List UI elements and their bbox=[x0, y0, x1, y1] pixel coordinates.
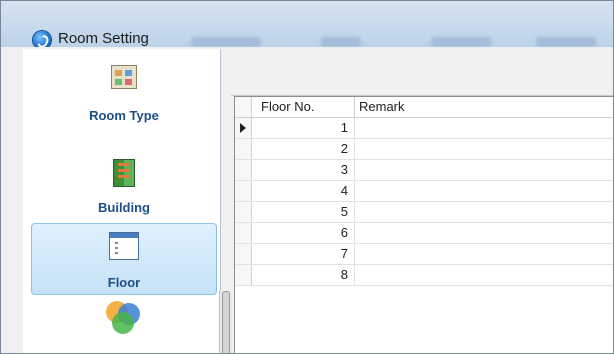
floor-no-cell[interactable]: 1 bbox=[252, 118, 355, 138]
blurred-remark-label bbox=[536, 37, 596, 47]
row-selector[interactable] bbox=[235, 160, 252, 180]
floor-icon bbox=[109, 232, 139, 260]
table-row[interactable]: 1 bbox=[235, 118, 613, 139]
column-header-remark[interactable]: Remark bbox=[355, 97, 613, 117]
floor-no-cell[interactable]: 5 bbox=[252, 202, 355, 222]
row-selector[interactable] bbox=[235, 202, 252, 222]
blurred-floor-label bbox=[321, 37, 361, 47]
column-header-floor-no[interactable]: Floor No. bbox=[252, 97, 355, 117]
room-setting-window: Room Setting Room Type Building Floor Fl… bbox=[0, 0, 614, 354]
row-selector[interactable] bbox=[235, 223, 252, 243]
remark-cell[interactable] bbox=[355, 223, 613, 243]
window-title: Room Setting bbox=[58, 30, 149, 47]
remark-cell[interactable] bbox=[355, 265, 613, 285]
floor-no-cell[interactable]: 3 bbox=[252, 160, 355, 180]
nav-item-floor[interactable]: Floor bbox=[31, 223, 217, 295]
remark-cell[interactable] bbox=[355, 181, 613, 201]
grid-header: Floor No. Remark bbox=[235, 97, 613, 118]
table-row[interactable]: 6 bbox=[235, 223, 613, 244]
remark-cell[interactable] bbox=[355, 244, 613, 264]
table-row[interactable]: 3 bbox=[235, 160, 613, 181]
nav-item-building[interactable]: Building bbox=[31, 147, 217, 219]
nav-label-floor: Floor bbox=[107, 275, 141, 290]
floor-no-cell[interactable]: 6 bbox=[252, 223, 355, 243]
left-navigation: Room Type Building Floor bbox=[23, 49, 221, 353]
nav-scrollbar-thumb[interactable] bbox=[222, 291, 230, 353]
row-selector[interactable] bbox=[235, 139, 252, 159]
row-selector[interactable] bbox=[235, 181, 252, 201]
table-row[interactable]: 4 bbox=[235, 181, 613, 202]
nav-label-building: Building bbox=[98, 200, 150, 215]
room-type-icon bbox=[111, 65, 137, 89]
content-toolbar-area bbox=[231, 49, 613, 96]
venn-icon bbox=[106, 301, 142, 335]
remark-cell[interactable] bbox=[355, 160, 613, 180]
remark-cell[interactable] bbox=[355, 118, 613, 138]
floor-no-cell[interactable]: 7 bbox=[252, 244, 355, 264]
row-selector[interactable] bbox=[235, 244, 252, 264]
table-row[interactable]: 7 bbox=[235, 244, 613, 265]
table-row[interactable]: 8 bbox=[235, 265, 613, 286]
title-bar[interactable]: Room Setting bbox=[1, 1, 613, 47]
table-row[interactable]: 2 bbox=[235, 139, 613, 160]
row-selector[interactable] bbox=[235, 265, 252, 285]
floor-no-cell[interactable]: 8 bbox=[252, 265, 355, 285]
row-header-corner bbox=[235, 97, 252, 117]
nav-item-overlap[interactable] bbox=[31, 301, 217, 351]
floor-no-cell[interactable]: 2 bbox=[252, 139, 355, 159]
blurred-floor-combo bbox=[431, 37, 491, 47]
building-icon bbox=[113, 159, 135, 187]
row-selector[interactable] bbox=[235, 118, 252, 138]
table-row[interactable]: 5 bbox=[235, 202, 613, 223]
current-row-arrow-icon bbox=[240, 123, 246, 133]
nav-item-room-type[interactable]: Room Type bbox=[31, 55, 217, 127]
nav-scrollbar[interactable] bbox=[219, 291, 232, 353]
floor-grid[interactable]: Floor No. Remark 1 2 3 4 5 6 7 8 bbox=[234, 96, 613, 353]
blurred-building-combo bbox=[191, 37, 261, 47]
remark-cell[interactable] bbox=[355, 139, 613, 159]
nav-label-room-type: Room Type bbox=[89, 108, 159, 123]
app-icon bbox=[33, 31, 51, 47]
floor-no-cell[interactable]: 4 bbox=[252, 181, 355, 201]
remark-cell[interactable] bbox=[355, 202, 613, 222]
